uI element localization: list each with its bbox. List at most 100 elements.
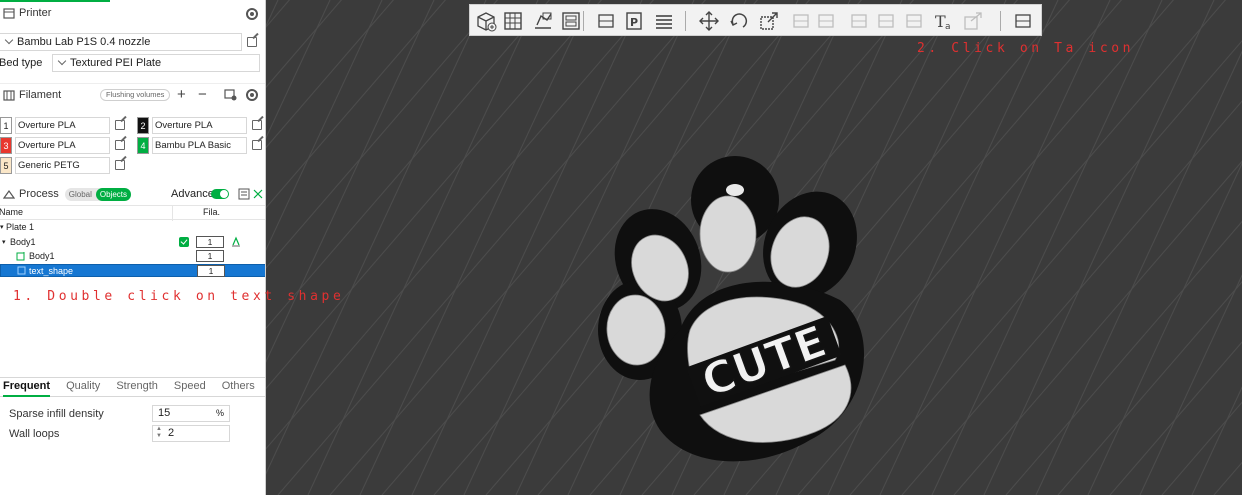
collapse-arrow-icon[interactable]: ▾: [2, 236, 6, 249]
filament-slot-5[interactable]: 5 Generic PETG: [0, 157, 130, 174]
lay-flat-icon[interactable]: [595, 10, 617, 32]
cut-icon[interactable]: [790, 10, 812, 32]
text-shape-filament-box[interactable]: 1: [197, 265, 225, 277]
text-ta-icon[interactable]: Ta: [933, 10, 955, 32]
tree-row-object[interactable]: ▾ Body1 1: [0, 236, 265, 251]
tab-quality[interactable]: Quality: [66, 377, 100, 397]
plate-p-icon[interactable]: P: [623, 10, 645, 32]
support-paint-icon[interactable]: [815, 10, 837, 32]
seam-icon[interactable]: [848, 10, 870, 32]
object-visible-checkbox[interactable]: [179, 237, 189, 247]
sparse-infill-input[interactable]: 15 %: [152, 405, 230, 422]
filament-slot-1[interactable]: 1 Overture PLA: [0, 117, 130, 134]
add-cube-icon[interactable]: [475, 10, 497, 32]
part-filament-box[interactable]: 1: [196, 250, 224, 262]
keyring-hole: [726, 184, 744, 196]
filament-name[interactable]: Overture PLA: [152, 117, 247, 134]
edit-filament-icon[interactable]: [115, 120, 125, 130]
process-icon: [2, 189, 16, 199]
wall-loops-value: 2: [168, 427, 175, 439]
edit-filament-icon[interactable]: [115, 140, 125, 150]
top-toolbar: P Ta: [469, 4, 1042, 36]
edit-filament-icon[interactable]: [115, 160, 125, 170]
scale-icon[interactable]: [758, 10, 780, 32]
printer-preset-value: Bambu Lab P1S 0.4 nozzle: [17, 36, 151, 48]
move-icon[interactable]: [698, 10, 720, 32]
remove-filament-button[interactable]: −: [198, 86, 207, 103]
measure-icon[interactable]: [903, 10, 925, 32]
printer-preset-select[interactable]: Bambu Lab P1S 0.4 nozzle: [0, 33, 242, 51]
toolbar-separator: [583, 11, 584, 31]
assembly-icon[interactable]: [962, 10, 984, 32]
3d-viewport[interactable]: CUTE P Ta 2. Click on Ta icon: [266, 0, 1242, 495]
sidebar: Printer Bambu Lab P1S 0.4 nozzle Bed typ…: [0, 0, 266, 495]
edit-filament-icon[interactable]: [252, 140, 262, 150]
flushing-volumes-button[interactable]: Flushing volumes: [100, 89, 171, 101]
tab-strength[interactable]: Strength: [116, 377, 158, 397]
filament-color-swatch[interactable]: 1: [0, 117, 12, 134]
orient-icon[interactable]: [532, 10, 554, 32]
filament-color-swatch[interactable]: 5: [0, 157, 12, 174]
tree-row-label: Body1: [10, 237, 36, 247]
toolbar-separator: [1000, 11, 1001, 31]
tab-speed[interactable]: Speed: [174, 377, 206, 397]
filament-slot-2[interactable]: 2 Overture PLA: [137, 117, 265, 134]
filament-sync-icon[interactable]: [224, 89, 237, 104]
printer-settings-gear-icon[interactable]: [246, 8, 258, 20]
filament-section-header[interactable]: Filament Flushing volumes + −: [0, 83, 265, 105]
filament-name[interactable]: Generic PETG: [15, 157, 110, 174]
tree-row-plate[interactable]: ▾ Plate 1: [0, 221, 265, 234]
rotate-icon[interactable]: [728, 10, 750, 32]
mesh-boolean-icon[interactable]: [875, 10, 897, 32]
seg-global[interactable]: Global: [65, 188, 96, 201]
edit-printer-icon[interactable]: [247, 37, 257, 47]
bed-type-select[interactable]: Textured PEI Plate: [52, 54, 260, 72]
add-filament-button[interactable]: +: [177, 86, 186, 103]
filament-color-swatch[interactable]: 3: [0, 137, 12, 154]
svg-text:a: a: [945, 22, 951, 32]
filament-slot-4[interactable]: 4 Bambu PLA Basic: [137, 137, 265, 154]
collapse-arrow-icon[interactable]: ▾: [0, 221, 4, 234]
filament-icon: [3, 89, 15, 101]
object-filament-box[interactable]: 1: [196, 236, 224, 248]
filament-name[interactable]: Bambu PLA Basic: [152, 137, 247, 154]
process-compare-icon[interactable]: [252, 188, 264, 203]
sparse-infill-unit: %: [215, 408, 224, 418]
svg-text:P: P: [630, 16, 638, 29]
edit-filament-icon[interactable]: [252, 120, 262, 130]
layers-icon[interactable]: [653, 10, 675, 32]
global-objects-switch[interactable]: Global Objects: [64, 187, 131, 201]
wall-loops-stepper[interactable]: ▲ ▼ 2: [152, 425, 230, 442]
tree-row-label: Body1: [29, 251, 55, 261]
filament-slot-3[interactable]: 3 Overture PLA: [0, 137, 130, 154]
filament-name[interactable]: Overture PLA: [15, 137, 110, 154]
filament-name[interactable]: Overture PLA: [15, 117, 110, 134]
stepper-arrows-icon[interactable]: ▲ ▼: [156, 426, 162, 440]
tree-row-part[interactable]: Body1 1: [0, 250, 265, 265]
filament-color-swatch[interactable]: 2: [137, 117, 149, 134]
bed-type-value: Textured PEI Plate: [70, 57, 162, 69]
filament-color-swatch[interactable]: 4: [137, 137, 149, 154]
grid-arrange-icon[interactable]: [502, 10, 524, 32]
chevron-down-icon: [57, 56, 67, 66]
paw-keychain-model[interactable]: CUTE: [266, 0, 1242, 495]
printer-icon: [3, 8, 15, 19]
view-assembly-icon[interactable]: [1012, 10, 1034, 32]
printer-section-header[interactable]: Printer: [0, 2, 265, 24]
tree-row-text-shape[interactable]: text_shape 1: [0, 264, 265, 277]
tab-frequent[interactable]: Frequent: [3, 377, 51, 397]
col-name: Name: [0, 207, 24, 217]
tab-others[interactable]: Others: [222, 377, 255, 397]
part-icon: [16, 251, 26, 265]
process-list-icon[interactable]: [238, 188, 250, 203]
filament-settings-gear-icon[interactable]: [246, 89, 258, 101]
chevron-down-icon: [4, 35, 14, 45]
object-paint-icon[interactable]: [231, 236, 241, 251]
sparse-infill-label: Sparse infill density: [9, 408, 104, 420]
advance-toggle[interactable]: [211, 189, 229, 199]
split-plate-icon[interactable]: [560, 10, 582, 32]
bed-type-label: Bed type: [0, 57, 43, 69]
col-divider: [172, 206, 173, 221]
process-section-header[interactable]: Process Global Objects Advance: [0, 183, 265, 205]
seg-objects[interactable]: Objects: [95, 187, 131, 201]
